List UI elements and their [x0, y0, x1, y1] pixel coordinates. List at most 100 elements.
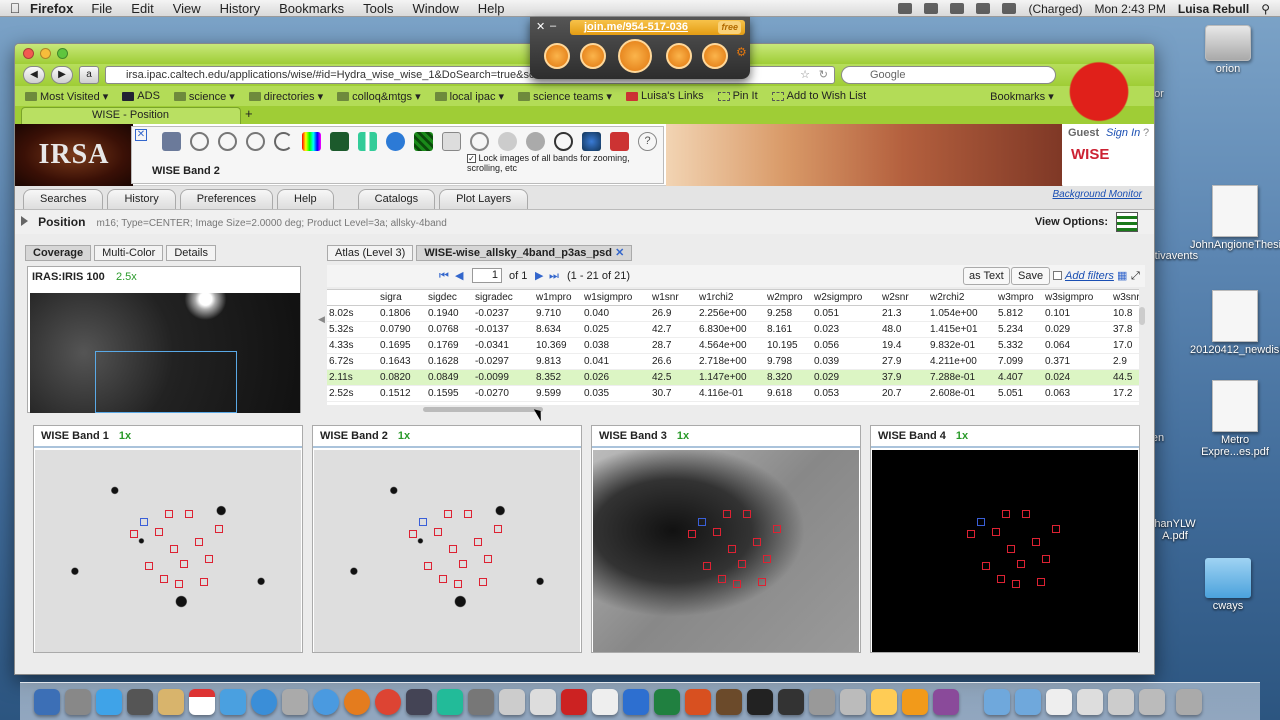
catalog-marker[interactable]	[459, 560, 467, 568]
bookmark-luisas-links[interactable]: Luisa's Links	[625, 90, 704, 102]
catalog-marker[interactable]	[758, 578, 766, 586]
col-header-w1mpro[interactable]: w1mpro	[536, 290, 572, 306]
preview-icon[interactable]	[282, 688, 308, 715]
settings-gear-icon[interactable]: ⚙	[736, 45, 747, 59]
expand-arrow-icon[interactable]	[21, 216, 28, 226]
col-header-w1rchi2[interactable]: w1rchi2	[699, 290, 733, 306]
catalog-marker[interactable]	[1052, 525, 1060, 533]
bookmark-star-icon[interactable]: ☆	[800, 67, 810, 83]
facetime-icon[interactable]	[406, 688, 432, 715]
applications-folder-icon[interactable]	[984, 688, 1010, 715]
flip-icon[interactable]	[358, 132, 377, 151]
catalog-marker[interactable]	[977, 518, 985, 526]
table-row[interactable]: 8.02s 0.1806 0.1940 -0.0237 9.710 0.040 26.9 2.…	[327, 306, 1139, 322]
catalog-marker[interactable]	[474, 538, 482, 546]
panel-splitter[interactable]: ◀	[318, 314, 325, 354]
catalog-marker[interactable]	[1032, 538, 1040, 546]
tab-help[interactable]: Help	[277, 189, 334, 209]
bookmark-directories[interactable]: directories ▾	[248, 90, 323, 103]
tray-icon[interactable]	[898, 3, 913, 14]
bookmark-local-ipac[interactable]: local ipac ▾	[434, 90, 504, 103]
utility-2-icon[interactable]	[840, 688, 866, 715]
tab-plot-layers[interactable]: Plot Layers	[439, 189, 529, 209]
menu-help[interactable]: Help	[478, 1, 505, 16]
info-icon[interactable]	[386, 132, 405, 151]
tab-multi-color[interactable]: Multi-Color	[94, 245, 164, 261]
skype-icon[interactable]	[437, 688, 463, 715]
menu-tools[interactable]: Tools	[363, 1, 393, 16]
zoom-out-icon[interactable]	[218, 132, 237, 151]
col-header-sigradec[interactable]: sigradec	[475, 290, 513, 306]
volume-icon[interactable]	[1002, 3, 1017, 14]
as-text-button[interactable]: as Text	[963, 267, 1010, 285]
help-icon[interactable]: ?	[638, 132, 657, 151]
browser-tab-wise-position[interactable]: WISE - Position	[21, 107, 241, 124]
col-header-w2sigmpro[interactable]: w2sigmpro	[814, 290, 862, 306]
table-row[interactable]: 5.32s 0.0790 0.0768 -0.0137 8.634 0.025 42.7 6.…	[327, 322, 1139, 338]
vertical-scrollbar[interactable]	[1139, 307, 1145, 325]
catalog-marker[interactable]	[175, 580, 183, 588]
trash-icon[interactable]	[1176, 688, 1202, 715]
document-stack-icon[interactable]	[1046, 688, 1072, 715]
user-name[interactable]: Luisa Rebull	[1178, 2, 1249, 16]
rotate-icon[interactable]	[274, 132, 293, 151]
minimize-icon[interactable]: –	[550, 20, 556, 32]
menu-edit[interactable]: Edit	[131, 1, 153, 16]
catalog-marker[interactable]	[698, 518, 706, 526]
catalog-marker[interactable]	[1017, 560, 1025, 568]
irsa-logo[interactable]: IRSA	[15, 124, 133, 186]
minimize-window-button[interactable]	[40, 48, 51, 59]
background-monitor-link[interactable]: Background Monitor	[1053, 189, 1143, 200]
safari-icon[interactable]	[313, 688, 339, 715]
catalog-marker[interactable]	[1012, 580, 1020, 588]
joinme-url[interactable]: join.me/954-517-036 free	[570, 20, 745, 35]
catalog-marker[interactable]	[424, 562, 432, 570]
measure-icon[interactable]	[526, 132, 545, 151]
catalog-marker[interactable]	[479, 578, 487, 586]
compass-icon[interactable]	[470, 132, 489, 151]
catalog-marker[interactable]	[419, 518, 427, 526]
launchpad-icon[interactable]	[65, 688, 91, 715]
catalog-marker[interactable]	[449, 545, 457, 553]
catalog-marker[interactable]	[997, 575, 1005, 583]
filter-checkbox[interactable]	[1053, 271, 1062, 280]
stretch-icon[interactable]	[330, 132, 349, 151]
bookmark-most-visited[interactable]: Most Visited ▾	[25, 90, 108, 103]
catalog-marker[interactable]	[982, 562, 990, 570]
catalog-marker[interactable]	[140, 518, 148, 526]
catalog-marker[interactable]	[1037, 578, 1045, 586]
catalog-marker[interactable]	[1002, 510, 1010, 518]
bookmark-wish-list[interactable]: Add to Wish List	[771, 90, 866, 102]
col-header-w1snr[interactable]: w1snr	[652, 290, 679, 306]
catalog-marker[interactable]	[130, 530, 138, 538]
col-header-w3mpro[interactable]: w3mpro	[998, 290, 1034, 306]
bluetooth-icon[interactable]	[950, 3, 965, 14]
system-app-icon[interactable]	[468, 688, 494, 715]
catalog-marker[interactable]	[733, 580, 741, 588]
catalog-marker[interactable]	[464, 510, 472, 518]
app-store-icon[interactable]	[96, 688, 122, 715]
catalog-marker[interactable]	[484, 555, 492, 563]
document-stack-2-icon[interactable]	[1077, 688, 1103, 715]
col-header-w2rchi2[interactable]: w2rchi2	[930, 290, 964, 306]
downloads-stack-icon[interactable]	[1108, 688, 1134, 715]
close-icon[interactable]: ✕	[536, 20, 545, 33]
table-row[interactable]: 6.72s 0.1643 0.1628 -0.0297 9.813 0.041 26.6 2.…	[327, 354, 1139, 370]
zoom-window-button[interactable]	[57, 48, 68, 59]
mail-icon[interactable]	[220, 688, 246, 715]
table-options-icon[interactable]: ▦	[1117, 265, 1127, 287]
catalog-marker[interactable]	[454, 580, 462, 588]
bookmark-pin-it[interactable]: Pin It	[717, 90, 758, 102]
col-header-w1sigmpro[interactable]: w1sigmpro	[584, 290, 632, 306]
col-header-w2mpro[interactable]: w2mpro	[767, 290, 803, 306]
menu-view[interactable]: View	[173, 1, 201, 16]
catalog-marker[interactable]	[992, 528, 1000, 536]
desktop-icon-orion[interactable]: orion	[1183, 25, 1273, 75]
tab-catalogs[interactable]: Catalogs	[357, 189, 436, 209]
amazon-icon[interactable]: a	[79, 66, 99, 84]
tab-searches[interactable]: Searches	[23, 189, 104, 209]
catalog-marker[interactable]	[967, 530, 975, 538]
grid-icon[interactable]	[414, 132, 433, 151]
catalog-marker[interactable]	[185, 510, 193, 518]
band-image[interactable]	[35, 450, 301, 652]
